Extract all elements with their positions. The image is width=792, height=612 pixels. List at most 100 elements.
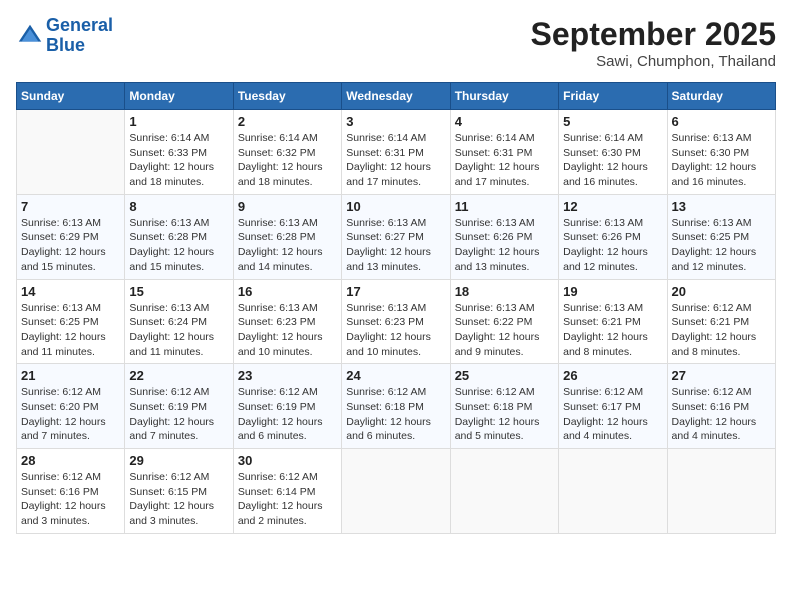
calendar-cell: 17 Sunrise: 6:13 AM Sunset: 6:23 PM Dayli… xyxy=(342,279,450,364)
calendar-cell xyxy=(559,449,667,534)
calendar-cell: 16Sunrise: 6:13 AM Sunset: 6:23 PM Dayli… xyxy=(233,279,341,364)
calendar-cell: 30 Sunrise: 6:12 AM Sunset: 6:14 PM Dayli… xyxy=(233,449,341,534)
day-number: 10 xyxy=(346,199,445,214)
logo-icon xyxy=(16,22,44,50)
day-info: Sunrise: 6:12 AM Sunset: 6:21 PM Dayligh… xyxy=(672,301,771,360)
day-number: 6 xyxy=(672,114,771,129)
day-info: Sunrise: 6:12 AM Sunset: 6:17 PM Dayligh… xyxy=(563,385,662,444)
calendar-week-row: 21 Sunrise: 6:12 AM Sunset: 6:20 PM Dayli… xyxy=(17,364,776,449)
calendar-cell: 19 Sunrise: 6:13 AM Sunset: 6:21 PM Dayli… xyxy=(559,279,667,364)
calendar-cell: 12 Sunrise: 6:13 AM Sunset: 6:26 PM Dayli… xyxy=(559,194,667,279)
day-number: 21 xyxy=(21,368,120,383)
location: Sawi, Chumphon, Thailand xyxy=(531,53,776,70)
calendar-cell: 24 Sunrise: 6:12 AM Sunset: 6:18 PM Dayli… xyxy=(342,364,450,449)
day-info: Sunrise: 6:14 AM Sunset: 6:30 PM Dayligh… xyxy=(563,131,662,190)
day-number: 15 xyxy=(129,284,228,299)
calendar-cell: 18Sunrise: 6:13 AM Sunset: 6:22 PM Dayli… xyxy=(450,279,558,364)
day-info: Sunrise: 6:13 AM Sunset: 6:25 PM Dayligh… xyxy=(672,216,771,275)
calendar-cell: 20 Sunrise: 6:12 AM Sunset: 6:21 PM Dayli… xyxy=(667,279,775,364)
day-number: 19 xyxy=(563,284,662,299)
calendar-cell: 27 Sunrise: 6:12 AM Sunset: 6:16 PM Dayli… xyxy=(667,364,775,449)
day-number: 17 xyxy=(346,284,445,299)
calendar-header-row: SundayMondayTuesdayWednesdayThursdayFrid… xyxy=(17,83,776,110)
day-info: Sunrise: 6:12 AM Sunset: 6:19 PM Dayligh… xyxy=(129,385,228,444)
day-info: Sunrise: 6:12 AM Sunset: 6:18 PM Dayligh… xyxy=(346,385,445,444)
day-info: Sunrise: 6:13 AM Sunset: 6:21 PM Dayligh… xyxy=(563,301,662,360)
day-number: 18 xyxy=(455,284,554,299)
calendar-cell: 22 Sunrise: 6:12 AM Sunset: 6:19 PM Dayli… xyxy=(125,364,233,449)
day-number: 24 xyxy=(346,368,445,383)
weekday-header: Sunday xyxy=(17,83,125,110)
calendar-table: SundayMondayTuesdayWednesdayThursdayFrid… xyxy=(16,82,776,534)
day-number: 20 xyxy=(672,284,771,299)
title-block: September 2025 Sawi, Chumphon, Thailand xyxy=(531,16,776,70)
calendar-cell: 28 Sunrise: 6:12 AM Sunset: 6:16 PM Dayli… xyxy=(17,449,125,534)
day-info: Sunrise: 6:12 AM Sunset: 6:16 PM Dayligh… xyxy=(672,385,771,444)
calendar-cell: 6Sunrise: 6:13 AM Sunset: 6:30 PM Daylig… xyxy=(667,110,775,195)
calendar-cell xyxy=(17,110,125,195)
weekday-header: Friday xyxy=(559,83,667,110)
day-number: 11 xyxy=(455,199,554,214)
calendar-week-row: 7 Sunrise: 6:13 AM Sunset: 6:29 PM Daylig… xyxy=(17,194,776,279)
day-info: Sunrise: 6:13 AM Sunset: 6:25 PM Dayligh… xyxy=(21,301,120,360)
day-info: Sunrise: 6:12 AM Sunset: 6:16 PM Dayligh… xyxy=(21,470,120,529)
day-number: 26 xyxy=(563,368,662,383)
logo-line2: Blue xyxy=(46,35,85,55)
logo-line1: General xyxy=(46,15,113,35)
day-number: 13 xyxy=(672,199,771,214)
weekday-header: Wednesday xyxy=(342,83,450,110)
weekday-header: Tuesday xyxy=(233,83,341,110)
day-info: Sunrise: 6:13 AM Sunset: 6:29 PM Dayligh… xyxy=(21,216,120,275)
calendar-cell: 11 Sunrise: 6:13 AM Sunset: 6:26 PM Dayli… xyxy=(450,194,558,279)
day-info: Sunrise: 6:12 AM Sunset: 6:19 PM Dayligh… xyxy=(238,385,337,444)
calendar-cell: 25Sunrise: 6:12 AM Sunset: 6:18 PM Dayli… xyxy=(450,364,558,449)
calendar-week-row: 28 Sunrise: 6:12 AM Sunset: 6:16 PM Dayli… xyxy=(17,449,776,534)
day-info: Sunrise: 6:14 AM Sunset: 6:31 PM Dayligh… xyxy=(346,131,445,190)
day-number: 22 xyxy=(129,368,228,383)
day-info: Sunrise: 6:13 AM Sunset: 6:24 PM Dayligh… xyxy=(129,301,228,360)
day-number: 5 xyxy=(563,114,662,129)
day-info: Sunrise: 6:13 AM Sunset: 6:23 PM Dayligh… xyxy=(346,301,445,360)
day-number: 2 xyxy=(238,114,337,129)
calendar-cell: 15 Sunrise: 6:13 AM Sunset: 6:24 PM Dayli… xyxy=(125,279,233,364)
calendar-cell xyxy=(667,449,775,534)
day-number: 1 xyxy=(129,114,228,129)
day-info: Sunrise: 6:13 AM Sunset: 6:23 PM Dayligh… xyxy=(238,301,337,360)
day-number: 23 xyxy=(238,368,337,383)
day-number: 8 xyxy=(129,199,228,214)
day-number: 12 xyxy=(563,199,662,214)
calendar-cell: 4Sunrise: 6:14 AM Sunset: 6:31 PM Daylig… xyxy=(450,110,558,195)
calendar-cell: 14 Sunrise: 6:13 AM Sunset: 6:25 PM Dayli… xyxy=(17,279,125,364)
day-info: Sunrise: 6:13 AM Sunset: 6:28 PM Dayligh… xyxy=(129,216,228,275)
day-info: Sunrise: 6:14 AM Sunset: 6:31 PM Dayligh… xyxy=(455,131,554,190)
calendar-cell: 7 Sunrise: 6:13 AM Sunset: 6:29 PM Daylig… xyxy=(17,194,125,279)
day-info: Sunrise: 6:12 AM Sunset: 6:14 PM Dayligh… xyxy=(238,470,337,529)
day-info: Sunrise: 6:13 AM Sunset: 6:27 PM Dayligh… xyxy=(346,216,445,275)
calendar-cell: 5 Sunrise: 6:14 AM Sunset: 6:30 PM Daylig… xyxy=(559,110,667,195)
day-number: 28 xyxy=(21,453,120,468)
day-number: 30 xyxy=(238,453,337,468)
day-number: 27 xyxy=(672,368,771,383)
logo: General Blue xyxy=(16,16,113,56)
day-number: 14 xyxy=(21,284,120,299)
day-number: 7 xyxy=(21,199,120,214)
month-title: September 2025 xyxy=(531,16,776,53)
calendar-week-row: 1Sunrise: 6:14 AM Sunset: 6:33 PM Daylig… xyxy=(17,110,776,195)
calendar-cell xyxy=(450,449,558,534)
weekday-header: Thursday xyxy=(450,83,558,110)
calendar-cell xyxy=(342,449,450,534)
calendar-cell: 21 Sunrise: 6:12 AM Sunset: 6:20 PM Dayli… xyxy=(17,364,125,449)
calendar-week-row: 14 Sunrise: 6:13 AM Sunset: 6:25 PM Dayli… xyxy=(17,279,776,364)
day-number: 25 xyxy=(455,368,554,383)
day-info: Sunrise: 6:12 AM Sunset: 6:15 PM Dayligh… xyxy=(129,470,228,529)
calendar-cell: 1Sunrise: 6:14 AM Sunset: 6:33 PM Daylig… xyxy=(125,110,233,195)
calendar-cell: 10 Sunrise: 6:13 AM Sunset: 6:27 PM Dayli… xyxy=(342,194,450,279)
day-info: Sunrise: 6:13 AM Sunset: 6:26 PM Dayligh… xyxy=(563,216,662,275)
weekday-header: Saturday xyxy=(667,83,775,110)
day-info: Sunrise: 6:13 AM Sunset: 6:28 PM Dayligh… xyxy=(238,216,337,275)
day-number: 9 xyxy=(238,199,337,214)
calendar-cell: 2Sunrise: 6:14 AM Sunset: 6:32 PM Daylig… xyxy=(233,110,341,195)
page-header: General Blue September 2025 Sawi, Chumph… xyxy=(16,16,776,70)
day-info: Sunrise: 6:12 AM Sunset: 6:20 PM Dayligh… xyxy=(21,385,120,444)
day-info: Sunrise: 6:13 AM Sunset: 6:26 PM Dayligh… xyxy=(455,216,554,275)
